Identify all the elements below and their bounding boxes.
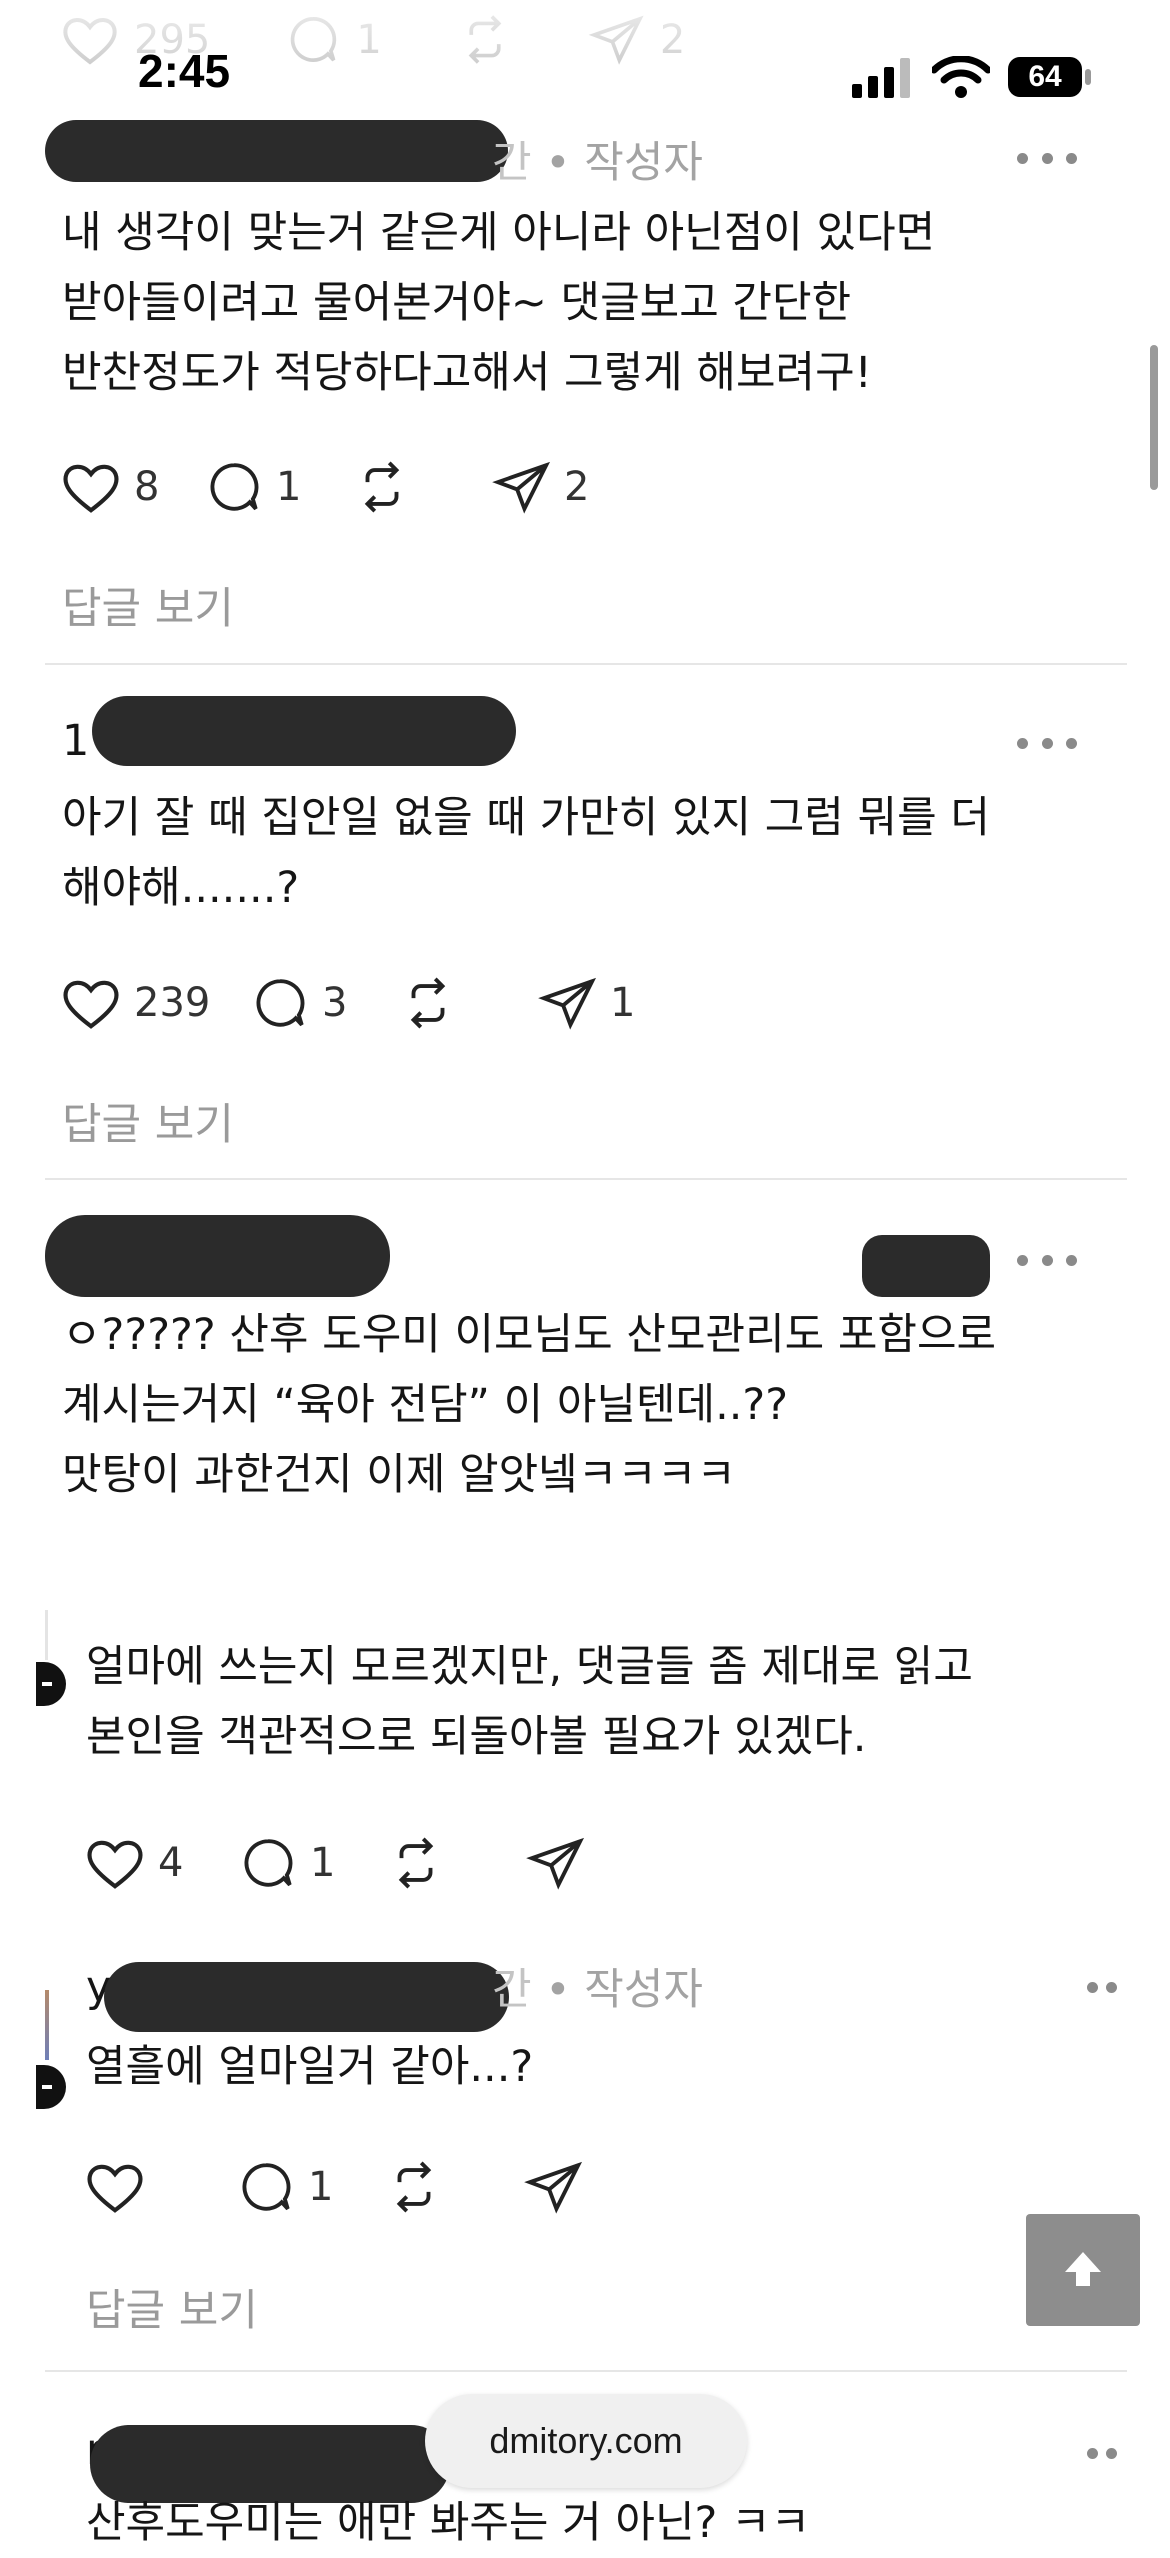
view-replies-link[interactable]: 답글 보기 xyxy=(62,1090,234,1152)
share-count: 2 xyxy=(564,464,590,510)
more-options-button[interactable] xyxy=(1087,2443,1117,2463)
send-icon[interactable] xyxy=(524,2158,584,2216)
comment-count: 1 xyxy=(308,2164,334,2210)
avatar-detail xyxy=(42,2085,52,2089)
heart-icon[interactable] xyxy=(60,974,122,1032)
comment-icon[interactable] xyxy=(250,974,310,1032)
redacted-username xyxy=(104,1962,509,2032)
author-badge: • 작성자 xyxy=(545,1965,703,2015)
repost-icon[interactable] xyxy=(384,2158,444,2216)
repost-icon[interactable] xyxy=(352,458,412,516)
redacted-username xyxy=(45,120,508,182)
send-icon[interactable] xyxy=(492,458,552,516)
status-time: 2:45 xyxy=(138,45,231,97)
comment-text: 아기 잘 때 집안일 없을 때 가만히 있지 그럼 뭐를 더 해야해......… xyxy=(62,783,990,923)
comment-meta: 간 • 작성자 xyxy=(492,128,703,190)
comment-count: 1 xyxy=(310,1840,336,1886)
comment-text: ㅇ????? 산후 도우미 이모님도 산모관리도 포함으로 계시는거지 “육아 … xyxy=(62,1300,996,1510)
reply-line: 본인을 객관적으로 되돌아볼 필요가 있겠다. xyxy=(86,1712,867,1762)
arrow-up-icon xyxy=(1065,2252,1101,2286)
comment-actions: 239 3 1 xyxy=(60,974,635,1032)
divider xyxy=(45,2370,1127,2372)
more-options-button[interactable] xyxy=(1017,148,1077,168)
battery-indicator: 64 xyxy=(1008,57,1082,97)
more-options-button[interactable] xyxy=(1017,1250,1077,1270)
comment-line: 아기 잘 때 집안일 없을 때 가만히 있지 그럼 뭐를 더 xyxy=(62,793,990,843)
scroll-to-top-button[interactable] xyxy=(1026,2214,1140,2326)
status-bar: 2:45 64 xyxy=(0,0,1170,120)
thread-line xyxy=(45,1990,49,2060)
repost-icon[interactable] xyxy=(398,974,458,1032)
comment-count: 1 xyxy=(276,464,302,510)
comment-line: 맛탕이 과한건지 이제 알앗넼ㅋㅋㅋㅋ xyxy=(62,1450,736,1500)
send-icon[interactable] xyxy=(538,974,598,1032)
reply-actions: 1 xyxy=(84,2158,584,2216)
like-count: 4 xyxy=(158,1840,184,1886)
heart-icon[interactable] xyxy=(60,458,122,516)
reply-line: 열흘에 얼마일거 같아...? xyxy=(86,2042,534,2092)
comment-text: 산후도우미는 애만 봐주는 거 아닌? ㅋㅋ xyxy=(86,2498,811,2548)
reply-time: 간 xyxy=(492,1965,532,2015)
share-count: 1 xyxy=(610,980,636,1026)
view-replies-link[interactable]: 답글 보기 xyxy=(86,2276,258,2338)
more-options-button[interactable] xyxy=(1017,733,1077,753)
comment-name-prefix: 1 xyxy=(62,716,90,766)
like-count: 8 xyxy=(134,464,160,510)
comment-icon[interactable] xyxy=(238,1834,298,1892)
url-bar[interactable]: dmitory.com xyxy=(425,2394,747,2488)
heart-icon[interactable] xyxy=(84,2158,146,2216)
reply-meta: 간 • 작성자 xyxy=(492,1955,703,2017)
view-replies-link[interactable]: 답글 보기 xyxy=(62,574,234,636)
avatar xyxy=(36,2065,66,2109)
comment-icon[interactable] xyxy=(236,2158,296,2216)
comment-line: 받아들이려고 물어본거야~ 댓글보고 간단한 xyxy=(62,278,852,328)
comment-count: 3 xyxy=(322,980,348,1026)
reply-line: 얼마에 쓰는지 모르겠지만, 댓글들 좀 제대로 읽고 xyxy=(86,1642,973,1692)
redacted-username xyxy=(92,696,516,766)
send-icon[interactable] xyxy=(526,1834,586,1892)
comment-time: 간 xyxy=(492,138,532,188)
repost-icon[interactable] xyxy=(386,1834,446,1892)
battery-cap xyxy=(1085,69,1091,85)
comment-text: 내 생각이 맞는거 같은게 아니라 아닌점이 있다면 받아들이려고 물어본거야~… xyxy=(62,198,935,408)
avatar xyxy=(36,1662,66,1706)
divider xyxy=(45,663,1127,665)
scrollbar[interactable] xyxy=(1150,345,1158,490)
redacted-username xyxy=(45,1215,390,1297)
reply-actions: 4 1 xyxy=(84,1834,586,1892)
divider xyxy=(45,1178,1127,1180)
like-count: 239 xyxy=(134,980,211,1026)
reply-text: 얼마에 쓰는지 모르겠지만, 댓글들 좀 제대로 읽고 본인을 객관적으로 되돌… xyxy=(86,1632,973,1772)
redacted-avatar xyxy=(862,1235,990,1297)
comment-line: 내 생각이 맞는거 같은게 아니라 아닌점이 있다면 xyxy=(62,208,936,258)
comment-actions: 8 1 2 xyxy=(60,458,589,516)
reply-text: 열흘에 얼마일거 같아...? xyxy=(86,2032,533,2102)
more-options-button[interactable] xyxy=(1087,1977,1117,1997)
comment-line: 반찬정도가 적당하다고해서 그렇게 해보려구! xyxy=(62,348,872,398)
comment-icon[interactable] xyxy=(204,458,264,516)
comment-line: 해야해.......? xyxy=(62,863,300,913)
thread-line xyxy=(45,1610,48,1660)
wifi-icon xyxy=(932,56,990,98)
author-badge: • 작성자 xyxy=(545,138,703,188)
comment-line: 계시는거지 “육아 전담” 이 아닐텐데..?? xyxy=(62,1380,789,1430)
comment-line: ㅇ????? 산후 도우미 이모님도 산모관리도 포함으로 xyxy=(62,1310,997,1360)
heart-icon[interactable] xyxy=(84,1834,146,1892)
cellular-signal-icon xyxy=(852,58,910,98)
avatar-detail xyxy=(42,1682,52,1686)
